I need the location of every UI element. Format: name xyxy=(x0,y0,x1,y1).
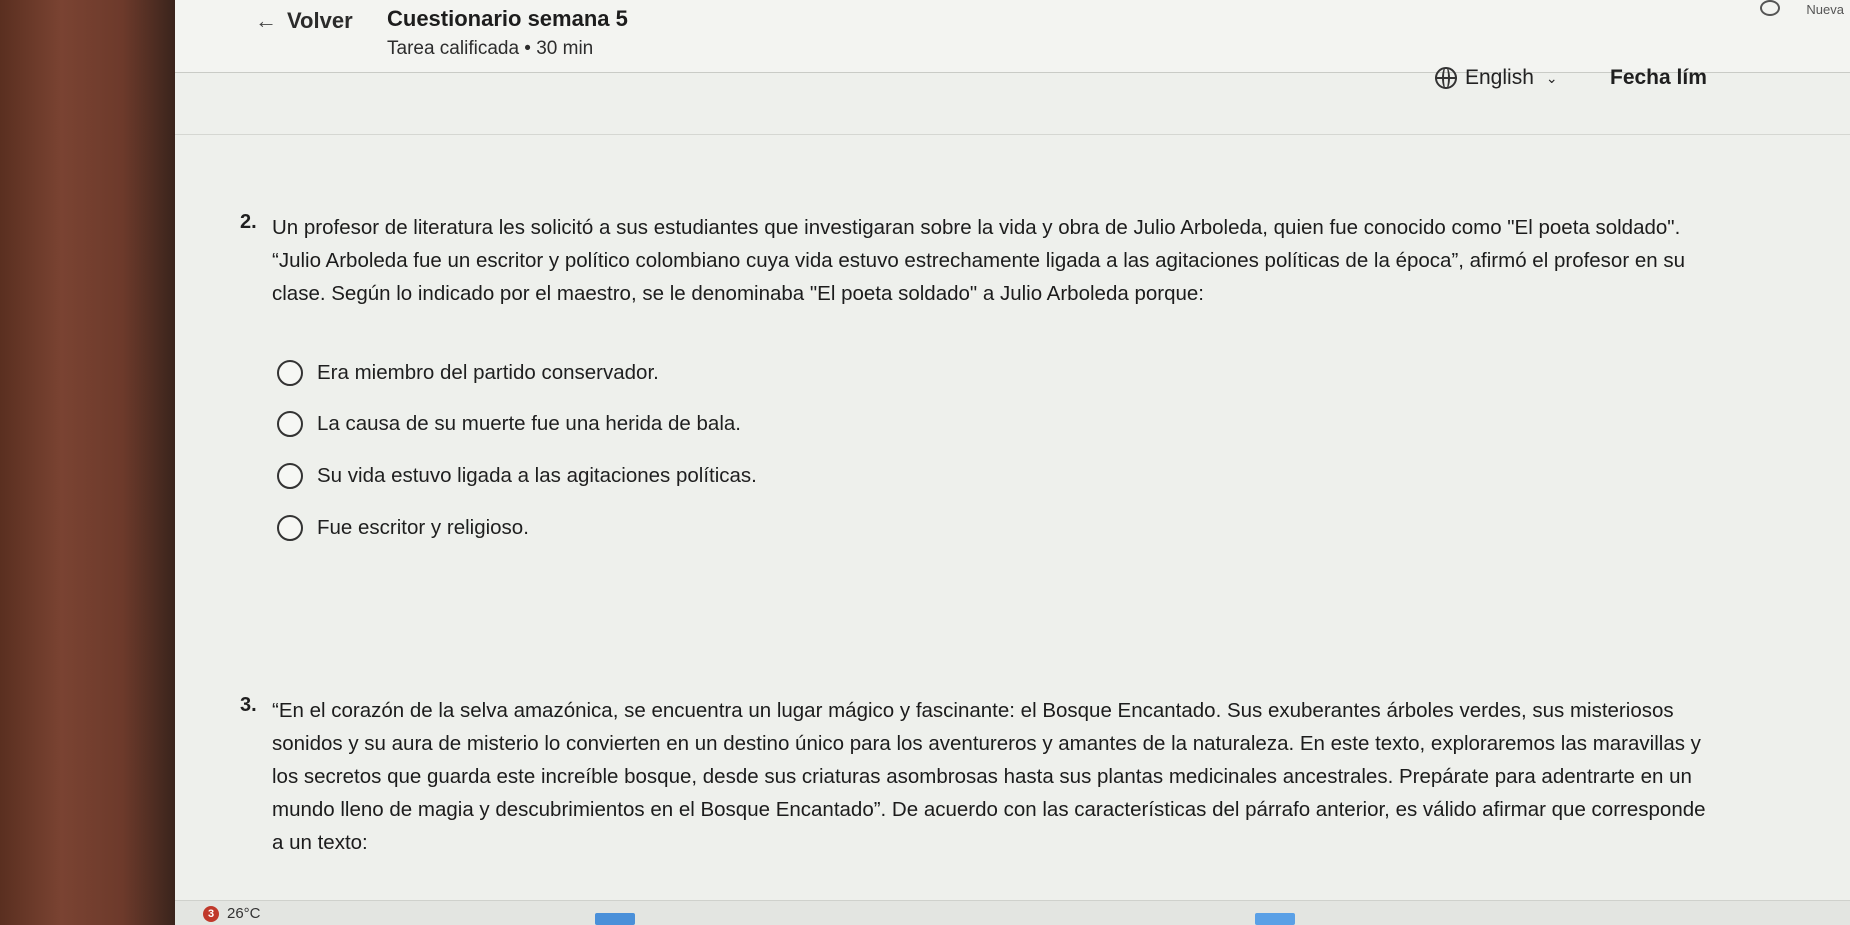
radio-button[interactable] xyxy=(277,411,303,437)
taskbar: 3 26°C xyxy=(175,900,1850,925)
answer-option-1[interactable]: Era miembro del partido conservador. xyxy=(277,360,659,386)
page-title: Cuestionario semana 5 xyxy=(387,6,628,31)
option-label: La causa de su muerte fue una herida de … xyxy=(317,412,741,435)
answer-option-3[interactable]: Su vida estuvo ligada a las agitaciones … xyxy=(277,463,757,489)
question-text: “En el corazón de la selva amazónica, se… xyxy=(272,699,1706,854)
divider xyxy=(175,134,1850,135)
question-number: 2. xyxy=(240,211,257,233)
question-number: 3. xyxy=(240,694,257,716)
weather-widget[interactable]: 3 26°C xyxy=(203,905,261,922)
divider xyxy=(175,72,1850,73)
language-selector[interactable]: English ⌄ xyxy=(1435,66,1558,90)
radio-button[interactable] xyxy=(277,360,303,386)
option-label: Su vida estuvo ligada a las agitaciones … xyxy=(317,464,757,487)
assignment-meta: Tarea calificada • 30 min xyxy=(387,38,594,59)
taskbar-app-icon[interactable] xyxy=(1255,913,1295,925)
back-arrow-icon: ← xyxy=(255,8,277,33)
option-label: Fue escritor y religioso. xyxy=(317,516,529,539)
new-tab-label[interactable]: Nueva xyxy=(1800,0,1850,19)
chevron-down-icon: ⌄ xyxy=(1545,69,1558,86)
browser-screen: ← Volver Cuestionario semana 5 Tarea cal… xyxy=(175,0,1850,925)
due-date-label: Fecha lím xyxy=(1610,66,1707,89)
answer-option-4[interactable]: Fue escritor y religioso. xyxy=(277,515,529,541)
monitor-bezel xyxy=(0,0,175,925)
back-label: Volver xyxy=(287,8,353,33)
option-label: Era miembro del partido conservador. xyxy=(317,361,659,384)
taskbar-app-icon[interactable] xyxy=(595,913,635,925)
radio-button[interactable] xyxy=(277,515,303,541)
top-bar: ← Volver Cuestionario semana 5 Tarea cal… xyxy=(175,0,1850,72)
temperature-label: 26°C xyxy=(227,905,261,922)
notification-badge: 3 xyxy=(203,905,219,922)
radio-button[interactable] xyxy=(277,463,303,489)
answer-option-2[interactable]: La causa de su muerte fue una herida de … xyxy=(277,411,741,437)
question-text: Un profesor de literatura les solicitó a… xyxy=(272,216,1686,305)
profile-icon[interactable] xyxy=(1760,0,1780,16)
language-label: English xyxy=(1465,66,1534,89)
back-button[interactable]: ← Volver xyxy=(255,8,353,34)
globe-icon xyxy=(1435,67,1457,89)
